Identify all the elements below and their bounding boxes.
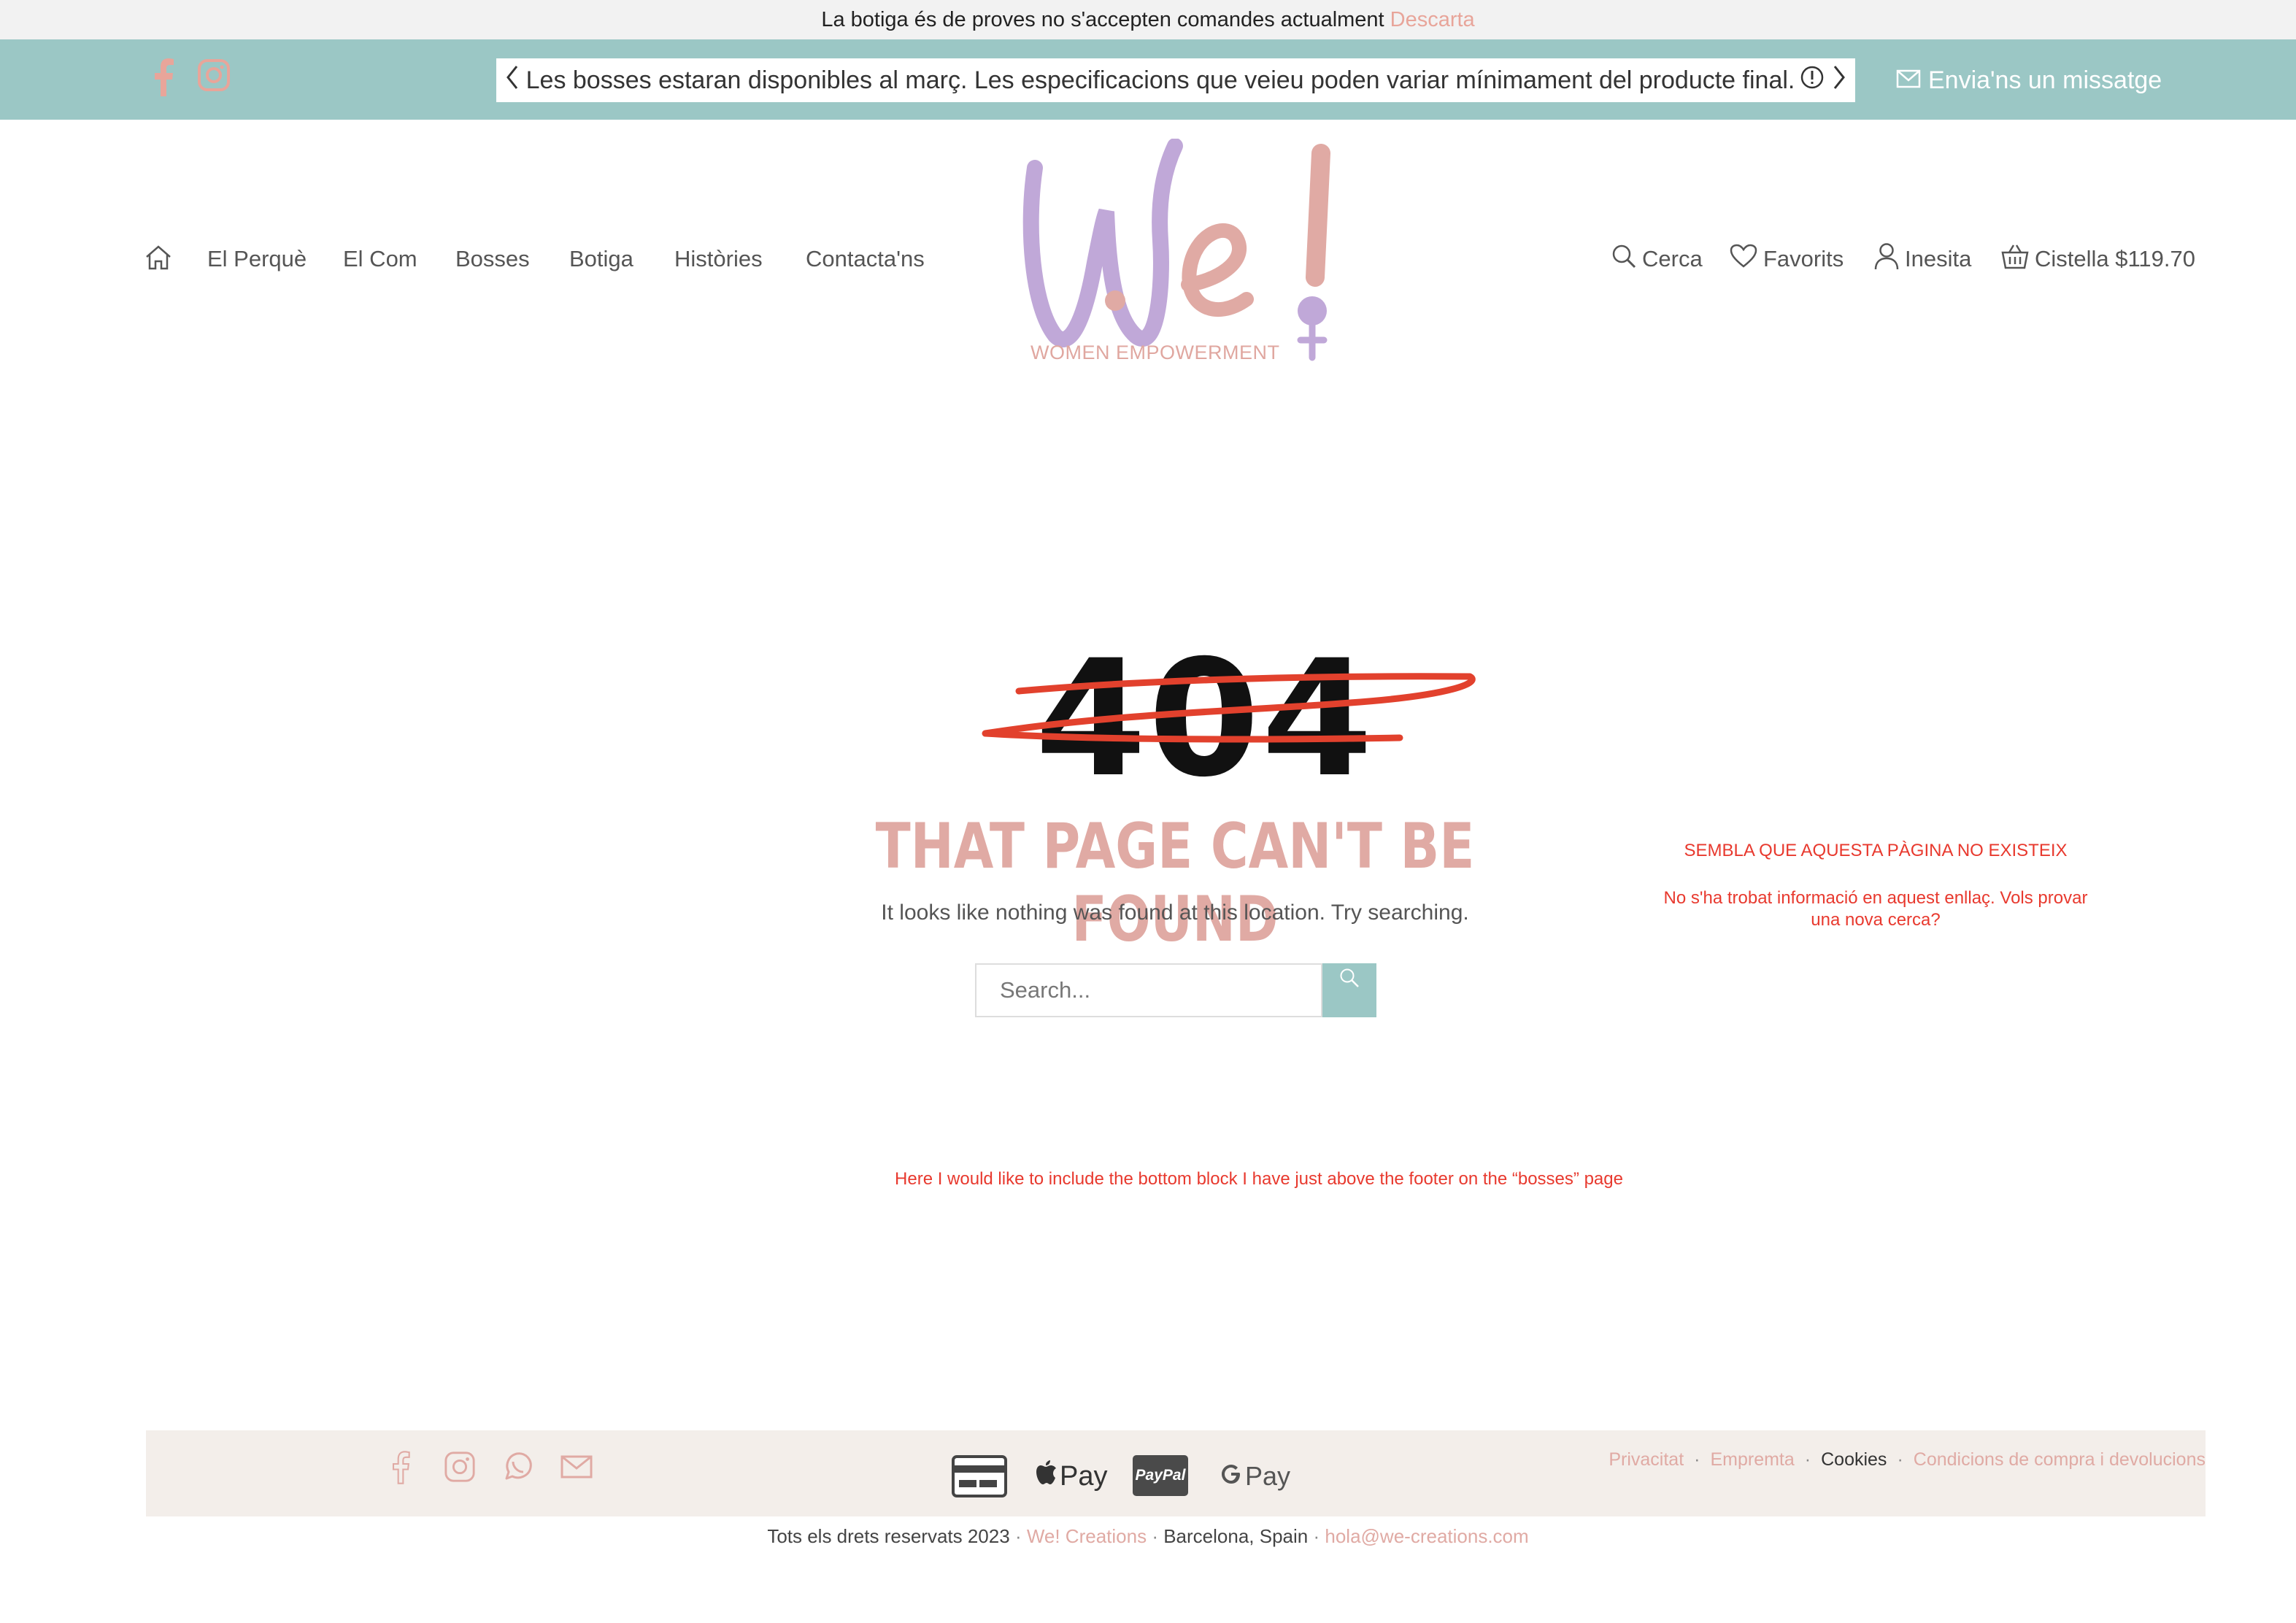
annotation-body: No s'ha trobat informació en aquest enll… (1663, 888, 2088, 930)
nav-item-histories[interactable]: Històries (674, 241, 763, 277)
footer-link-condicions[interactable]: Condicions de compra i devolucions (1914, 1449, 2206, 1470)
contact-label: Envia'ns un missatge (1928, 66, 2162, 94)
footer-link-privacitat[interactable]: Privacitat (1609, 1449, 1684, 1470)
copyright-line: Tots els drets reservats 2023 · We! Crea… (767, 1525, 1529, 1547)
google-pay-badge: Pay (1220, 1458, 1290, 1495)
nav-item-el-perque[interactable]: El Perquè (207, 241, 307, 277)
email-link[interactable]: hola@we-creations.com (1325, 1525, 1528, 1547)
rights-text: Tots els drets reservats 2023 (767, 1525, 1010, 1547)
error-headline: THAT PAGE CAN'T BE FOUND (875, 810, 1475, 956)
footer-links: Privacitat · Empremta · Cookies · Condic… (1609, 1449, 2206, 1470)
annotation-title: SEMBLA QUE AQUESTA PÀGINA NO EXISTEIX (1684, 841, 2068, 860)
store-notice: La botiga és de proves no s'accepten com… (0, 0, 2296, 39)
account-link[interactable]: Inesita (1874, 241, 1971, 277)
facearticle-icon[interactable] (150, 58, 177, 96)
footer-link-cookies[interactable]: Cookies (1821, 1449, 1887, 1470)
search-icon (1339, 968, 1360, 992)
we-logo[interactable] (1019, 138, 1340, 372)
nav-item-bosses[interactable]: Bosses (455, 241, 530, 277)
apple-icon (1036, 1460, 1057, 1492)
whatsapp-icon[interactable] (502, 1451, 534, 1487)
nav-item-contactans[interactable]: Contacta'ns (806, 241, 925, 277)
favorites-link[interactable]: Favorits (1730, 241, 1844, 277)
search-icon (1611, 244, 1636, 274)
mail-icon[interactable] (560, 1455, 593, 1482)
error-subline: It looks like nothing was found at this … (881, 901, 1469, 925)
heart-icon (1730, 244, 1757, 274)
search-placeholder: Search... (1000, 977, 1091, 1003)
apple-pay-badge: Pay (1036, 1458, 1107, 1495)
mail-icon (1896, 66, 1921, 95)
google-pay-label: Pay (1245, 1461, 1291, 1491)
user-icon (1874, 242, 1899, 276)
instagram-icon[interactable] (444, 1451, 476, 1487)
dismiss-link[interactable]: Descarta (1390, 8, 1475, 32)
location-text: Barcelona, Spain (1163, 1525, 1309, 1547)
search-input[interactable]: Search... (975, 963, 1322, 1017)
credit-card-icon (952, 1455, 1007, 1501)
cart-link[interactable]: Cistella $119.70 (2001, 241, 2195, 277)
basket-icon (2001, 243, 2029, 275)
contact-link[interactable]: Envia'ns un missatge (1896, 61, 2162, 99)
paypal-badge: PayPal (1133, 1455, 1188, 1496)
chevron-right-icon[interactable] (1830, 64, 1848, 97)
nav-item-el-com[interactable]: El Com (343, 241, 417, 277)
nav-item-botiga[interactable]: Botiga (569, 241, 633, 277)
brand-link[interactable]: We! Creations (1027, 1525, 1147, 1547)
home-icon[interactable] (145, 244, 172, 275)
instagram-icon[interactable] (197, 58, 231, 92)
cart-label: Cistella $119.70 (2035, 246, 2196, 271)
search-link[interactable]: Cerca (1611, 241, 1703, 277)
paypal-label: PayPal (1135, 1467, 1186, 1484)
logo-tagline: WOMEN EMPOWERMENT (1030, 342, 1280, 363)
strike-through-scribble (982, 673, 1476, 743)
account-label: Inesita (1905, 246, 1972, 271)
chevron-left-icon[interactable] (504, 64, 521, 97)
info-icon (1800, 65, 1825, 96)
announcement-text: Les bosses estaran disponibles al març. … (525, 66, 1795, 94)
favorites-label: Favorits (1763, 246, 1844, 271)
notice-text: La botiga és de proves no s'accepten com… (821, 7, 1384, 31)
annotation-note: Here I would like to include the bottom … (895, 1169, 1623, 1189)
footer-link-empremta[interactable]: Empremta (1710, 1449, 1794, 1470)
announcement-bar: Les bosses estaran disponibles al març. … (496, 58, 1855, 102)
facearticle-icon[interactable] (390, 1451, 412, 1488)
apple-pay-label: Pay (1060, 1460, 1108, 1492)
search-label: Cerca (1642, 246, 1703, 271)
google-g-icon (1220, 1461, 1242, 1492)
search-submit-button[interactable] (1322, 963, 1376, 1017)
